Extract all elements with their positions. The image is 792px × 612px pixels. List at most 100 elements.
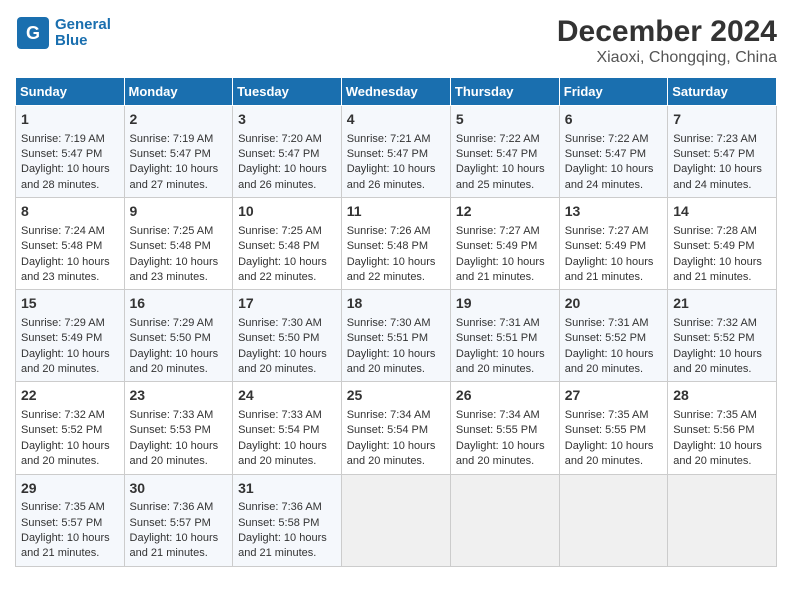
- day-number: 20: [565, 294, 662, 314]
- logo-icon: G: [15, 15, 51, 51]
- day-number: 5: [456, 110, 554, 130]
- daylight-label: Daylight: 10 hours and 21 minutes.: [238, 532, 327, 559]
- sunset-label: Sunset: 5:50 PM: [238, 332, 319, 344]
- sunrise-label: Sunrise: 7:33 AM: [130, 409, 214, 421]
- day-number: 22: [21, 386, 119, 406]
- sunset-label: Sunset: 5:47 PM: [238, 148, 319, 160]
- day-cell: 10Sunrise: 7:25 AMSunset: 5:48 PMDayligh…: [233, 198, 342, 290]
- sunset-label: Sunset: 5:47 PM: [673, 148, 754, 160]
- day-number: 19: [456, 294, 554, 314]
- empty-cell: [668, 474, 777, 566]
- day-cell: 15Sunrise: 7:29 AMSunset: 5:49 PMDayligh…: [16, 290, 125, 382]
- sunrise-label: Sunrise: 7:33 AM: [238, 409, 322, 421]
- sunrise-label: Sunrise: 7:19 AM: [21, 133, 105, 145]
- sunrise-label: Sunrise: 7:31 AM: [456, 317, 540, 329]
- sunrise-label: Sunrise: 7:35 AM: [673, 409, 757, 421]
- day-number: 12: [456, 202, 554, 222]
- day-cell: 25Sunrise: 7:34 AMSunset: 5:54 PMDayligh…: [341, 382, 450, 474]
- sunrise-label: Sunrise: 7:36 AM: [130, 501, 214, 513]
- day-number: 16: [130, 294, 228, 314]
- day-number: 17: [238, 294, 336, 314]
- day-number: 26: [456, 386, 554, 406]
- sunset-label: Sunset: 5:50 PM: [130, 332, 211, 344]
- subtitle: Xiaoxi, Chongqing, China: [557, 49, 777, 67]
- sunrise-label: Sunrise: 7:32 AM: [21, 409, 105, 421]
- daylight-label: Daylight: 10 hours and 24 minutes.: [673, 163, 762, 190]
- sunrise-label: Sunrise: 7:35 AM: [21, 501, 105, 513]
- daylight-label: Daylight: 10 hours and 20 minutes.: [456, 348, 545, 375]
- daylight-label: Daylight: 10 hours and 26 minutes.: [347, 163, 436, 190]
- day-cell: 22Sunrise: 7:32 AMSunset: 5:52 PMDayligh…: [16, 382, 125, 474]
- sunrise-label: Sunrise: 7:36 AM: [238, 501, 322, 513]
- day-number: 29: [21, 479, 119, 499]
- day-number: 31: [238, 479, 336, 499]
- day-number: 8: [21, 202, 119, 222]
- day-cell: 4Sunrise: 7:21 AMSunset: 5:47 PMDaylight…: [341, 106, 450, 198]
- title-block: December 2024 Xiaoxi, Chongqing, China: [557, 15, 777, 67]
- sunset-label: Sunset: 5:54 PM: [347, 424, 428, 436]
- sunrise-label: Sunrise: 7:27 AM: [565, 225, 649, 237]
- sunrise-label: Sunrise: 7:30 AM: [238, 317, 322, 329]
- empty-cell: [559, 474, 667, 566]
- sunset-label: Sunset: 5:49 PM: [673, 240, 754, 252]
- day-cell: 29Sunrise: 7:35 AMSunset: 5:57 PMDayligh…: [16, 474, 125, 566]
- day-cell: 2Sunrise: 7:19 AMSunset: 5:47 PMDaylight…: [124, 106, 233, 198]
- calendar-week-row: 22 Sunrise: 7:32 AM Sunset: 5:52 PM Dayligh…: [16, 382, 777, 474]
- page-header: G General Blue December 2024 Xiaoxi, Cho…: [15, 15, 777, 67]
- calendar-week-row: 1Sunrise: 7:19 AMSunset: 5:47 PMDaylight…: [16, 106, 777, 198]
- col-saturday: Saturday: [668, 78, 777, 106]
- col-tuesday: Tuesday: [233, 78, 342, 106]
- daylight-label: Daylight: 10 hours and 21 minutes.: [130, 532, 219, 559]
- day-cell: 14Sunrise: 7:28 AMSunset: 5:49 PMDayligh…: [668, 198, 777, 290]
- daylight-label: Daylight: 10 hours and 22 minutes.: [347, 256, 436, 283]
- sunset-label: Sunset: 5:56 PM: [673, 424, 754, 436]
- sunset-label: Sunset: 5:48 PM: [130, 240, 211, 252]
- logo-line1: General: [55, 17, 111, 34]
- sunset-label: Sunset: 5:57 PM: [130, 517, 211, 529]
- day-number: 6: [565, 110, 662, 130]
- day-cell: 5Sunrise: 7:22 AMSunset: 5:47 PMDaylight…: [450, 106, 559, 198]
- day-number: 15: [21, 294, 119, 314]
- day-cell: 30Sunrise: 7:36 AMSunset: 5:57 PMDayligh…: [124, 474, 233, 566]
- sunrise-label: Sunrise: 7:32 AM: [673, 317, 757, 329]
- day-cell: 21Sunrise: 7:32 AMSunset: 5:52 PMDayligh…: [668, 290, 777, 382]
- day-number: 27: [565, 386, 662, 406]
- day-number: 13: [565, 202, 662, 222]
- day-number: 7: [673, 110, 771, 130]
- sunrise-label: Sunrise: 7:28 AM: [673, 225, 757, 237]
- day-number: 18: [347, 294, 445, 314]
- sunrise-label: Sunrise: 7:23 AM: [673, 133, 757, 145]
- day-number: 9: [130, 202, 228, 222]
- sunset-label: Sunset: 5:55 PM: [565, 424, 646, 436]
- daylight-label: Daylight: 10 hours and 20 minutes.: [130, 348, 219, 375]
- col-monday: Monday: [124, 78, 233, 106]
- daylight-label: Daylight: 10 hours and 21 minutes.: [456, 256, 545, 283]
- sunrise-label: Sunrise: 7:22 AM: [456, 133, 540, 145]
- main-title: December 2024: [557, 15, 777, 49]
- day-cell: 12Sunrise: 7:27 AMSunset: 5:49 PMDayligh…: [450, 198, 559, 290]
- day-number: 23: [130, 386, 228, 406]
- daylight-label: Daylight: 10 hours and 20 minutes.: [673, 440, 762, 467]
- sunset-label: Sunset: 5:49 PM: [565, 240, 646, 252]
- day-number: 2: [130, 110, 228, 130]
- sunset-label: Sunset: 5:47 PM: [21, 148, 102, 160]
- day-cell: 26Sunrise: 7:34 AMSunset: 5:55 PMDayligh…: [450, 382, 559, 474]
- daylight-label: Daylight: 10 hours and 20 minutes.: [565, 348, 654, 375]
- daylight-label: Daylight: 10 hours and 20 minutes.: [347, 440, 436, 467]
- daylight-label: Daylight: 10 hours and 20 minutes.: [238, 348, 327, 375]
- day-cell: 3Sunrise: 7:20 AMSunset: 5:47 PMDaylight…: [233, 106, 342, 198]
- sunset-label: Sunset: 5:48 PM: [347, 240, 428, 252]
- sunrise-label: Sunrise: 7:30 AM: [347, 317, 431, 329]
- sunset-label: Sunset: 5:52 PM: [21, 424, 102, 436]
- day-number: 28: [673, 386, 771, 406]
- sunset-label: Sunset: 5:58 PM: [238, 517, 319, 529]
- calendar-table: Sunday Monday Tuesday Wednesday Thursday…: [15, 77, 777, 567]
- day-cell: 18Sunrise: 7:30 AMSunset: 5:51 PMDayligh…: [341, 290, 450, 382]
- daylight-label: Daylight: 10 hours and 27 minutes.: [130, 163, 219, 190]
- day-number: 3: [238, 110, 336, 130]
- sunrise-label: Sunrise: 7:25 AM: [238, 225, 322, 237]
- sunrise-label: Sunrise: 7:21 AM: [347, 133, 431, 145]
- sunset-label: Sunset: 5:49 PM: [456, 240, 537, 252]
- sunrise-label: Sunrise: 7:26 AM: [347, 225, 431, 237]
- daylight-label: Daylight: 10 hours and 24 minutes.: [565, 163, 654, 190]
